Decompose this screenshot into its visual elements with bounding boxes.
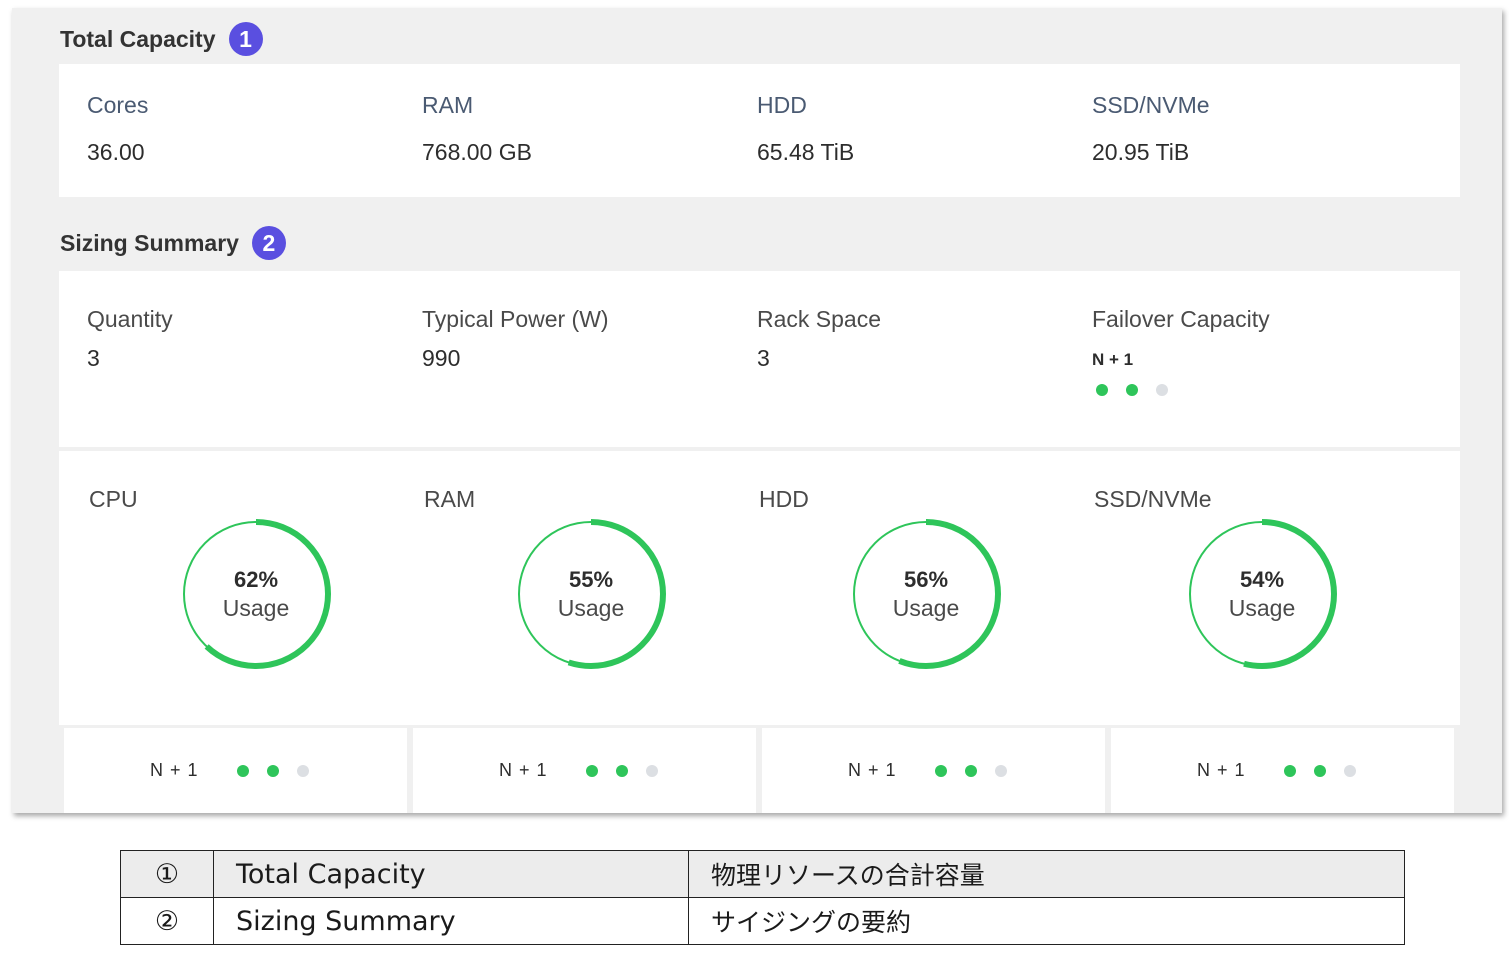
legend-number: ① (120, 850, 214, 898)
capacity-value: 20.95 TiB (1092, 139, 1190, 165)
usage-card: CPU RAM HDD SSD/NVMe 62% Usage 55% Usage (59, 451, 1460, 725)
footer-dots (1283, 764, 1356, 777)
footer-dots (934, 764, 1007, 777)
stat-label: Rack Space (757, 306, 882, 332)
usage-label-cpu: CPU (89, 486, 138, 512)
capacity-value: 65.48 TiB (757, 139, 855, 165)
gauge-label: 55% Usage (515, 518, 667, 670)
gauge-usage-text: Usage (557, 595, 625, 621)
usage-label-ssd: SSD/NVMe (1094, 486, 1212, 512)
sizing-stats-card: Quantity 3 Typical Power (W) 990 Rack Sp… (59, 271, 1460, 447)
legend-name: Total Capacity (213, 850, 689, 898)
callout-legend-table: ① Total Capacity 物理リソースの合計容量 ② Sizing Su… (120, 850, 1405, 945)
callout-badge-1: 1 (228, 22, 263, 56)
status-dot (934, 764, 947, 777)
cpu-usage-gauge: 62% Usage (180, 518, 332, 670)
sizing-summary-title: Sizing Summary (60, 229, 239, 256)
status-dot (1156, 384, 1168, 396)
legend-description: 物理リソースの合計容量 (688, 850, 1405, 898)
status-dot (296, 764, 309, 777)
stat-value: 990 (422, 345, 461, 371)
total-capacity-title: Total Capacity (60, 25, 216, 52)
status-dot (1313, 764, 1326, 777)
gauge-usage-text: Usage (222, 595, 290, 621)
legend-description: サイジングの要約 (688, 897, 1405, 945)
footer-failover-text: N + 1 (848, 760, 897, 780)
hdd-usage-gauge: 56% Usage (850, 518, 1002, 670)
stat-value: 3 (757, 345, 770, 371)
gauge-percent: 54% (1239, 567, 1285, 592)
legend-number: ② (120, 897, 214, 945)
total-capacity-heading: Total Capacity 1 (60, 22, 263, 56)
usage-label-ram: RAM (424, 486, 476, 512)
stat-failover-capacity: Failover Capacity N + 1 (1092, 306, 1270, 396)
capacity-value: 768.00 GB (422, 139, 532, 165)
capacity-label: HDD (757, 92, 807, 118)
status-dot (266, 764, 279, 777)
footer-failover-text: N + 1 (150, 760, 199, 780)
status-dot (1126, 384, 1138, 396)
status-dot (1096, 384, 1108, 396)
capacity-hdd: HDD 65.48 TiB (757, 92, 854, 166)
gauge-percent: 56% (903, 567, 949, 592)
stat-label: Quantity (87, 306, 173, 332)
stat-value: 3 (87, 345, 100, 371)
legend-name: Sizing Summary (213, 897, 689, 945)
stat-rack-space: Rack Space 3 (757, 306, 881, 372)
cpu-failover-footer: N + 1 (64, 728, 407, 813)
failover-dots (1096, 384, 1270, 396)
gauge-label: 56% Usage (850, 518, 1002, 670)
stat-typical-power: Typical Power (W) 990 (422, 306, 609, 372)
ssd-failover-footer: N + 1 (1111, 728, 1454, 813)
ram-usage-gauge: 55% Usage (515, 518, 667, 670)
callout-badge-2: 2 (251, 226, 286, 260)
ssd-usage-gauge: 54% Usage (1186, 518, 1338, 670)
sizing-panel: Total Capacity 1 Cores 36.00 RAM 768.00 … (12, 8, 1502, 813)
status-dot (994, 764, 1007, 777)
gauge-percent: 62% (233, 567, 279, 592)
usage-label-hdd: HDD (759, 486, 809, 512)
status-dot (1343, 764, 1356, 777)
legend-row: ① Total Capacity 物理リソースの合計容量 (120, 850, 1405, 898)
footer-failover-text: N + 1 (499, 760, 548, 780)
gauge-usage-text: Usage (1228, 595, 1296, 621)
gauge-usage-text: Usage (892, 595, 960, 621)
capacity-label: RAM (422, 92, 474, 118)
capacity-ssd: SSD/NVMe 20.95 TiB (1092, 92, 1210, 166)
status-dot (1283, 764, 1296, 777)
stat-label: Failover Capacity (1092, 306, 1270, 332)
stat-label: Typical Power (W) (422, 306, 609, 332)
footer-dots (585, 764, 658, 777)
ram-failover-footer: N + 1 (413, 728, 756, 813)
hdd-failover-footer: N + 1 (762, 728, 1105, 813)
footer-dots (236, 764, 309, 777)
status-dot (615, 764, 628, 777)
status-dot (964, 764, 977, 777)
status-dot (585, 764, 598, 777)
capacity-ram: RAM 768.00 GB (422, 92, 532, 166)
capacity-label: SSD/NVMe (1092, 92, 1210, 118)
capacity-value: 36.00 (87, 139, 145, 165)
capacity-cores: Cores 36.00 (87, 92, 148, 166)
legend-row: ② Sizing Summary サイジングの要約 (120, 897, 1405, 945)
gauge-label: 54% Usage (1186, 518, 1338, 670)
status-dot (645, 764, 658, 777)
total-capacity-card: Cores 36.00 RAM 768.00 GB HDD 65.48 TiB … (59, 64, 1460, 197)
gauge-label: 62% Usage (180, 518, 332, 670)
sizing-summary-heading: Sizing Summary 2 (60, 226, 286, 260)
gauge-percent: 55% (568, 567, 614, 592)
status-dot (236, 764, 249, 777)
footer-failover-text: N + 1 (1197, 760, 1246, 780)
stat-quantity: Quantity 3 (87, 306, 173, 372)
failover-value: N + 1 (1092, 350, 1134, 369)
capacity-label: Cores (87, 92, 149, 118)
